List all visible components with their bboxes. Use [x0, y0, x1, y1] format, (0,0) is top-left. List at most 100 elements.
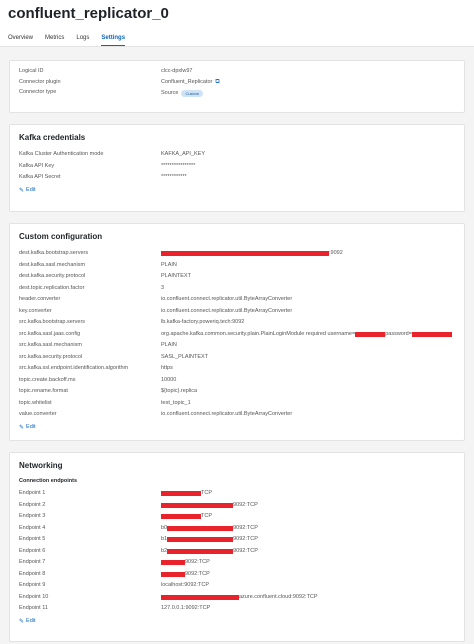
summary-value: Confluent_Replicator ⧉ — [161, 78, 220, 86]
tab-metrics[interactable]: Metrics — [45, 35, 64, 46]
config-key: src.kafka.ssl.endpoint.identification.al… — [19, 365, 129, 371]
credential-row: Kafka Cluster Authentication mode KAFKA_… — [19, 151, 455, 158]
tab-bar: Overview Metrics Logs Settings — [8, 35, 466, 46]
endpoint-row: Endpoint 4 b0 9092:TCP — [19, 524, 455, 532]
endpoint-value: 9092:TCP — [161, 559, 210, 566]
tab-logs[interactable]: Logs — [76, 35, 89, 46]
config-key: topic.whitelist — [19, 399, 52, 406]
config-key: src.kafka.sasl.mechanism — [19, 342, 82, 348]
redacted-block — [161, 571, 185, 577]
endpoint-key: Endpoint 10 — [19, 593, 49, 600]
config-value: lb.kafka-factory.poweriq.tech:9092 — [161, 319, 245, 325]
edit-label: Edit — [26, 187, 36, 193]
endpoint-value: 127.0.0.1:9092:TCP — [161, 605, 211, 611]
edit-label: Edit — [26, 618, 36, 624]
credential-value: **************** — [161, 162, 196, 169]
networking-card: Networking Connection endpoints Endpoint… — [9, 452, 465, 642]
redacted-block — [161, 491, 201, 497]
config-row: dest.kafka.bootstrap.servers :9092 — [19, 250, 455, 257]
endpoint-value-text: 9092:TCP — [233, 536, 258, 542]
edit-networking-link[interactable]: ✎ Edit — [19, 618, 455, 625]
edit-icon: ✎ — [19, 187, 25, 194]
credential-key: Kafka API Key — [19, 162, 55, 169]
endpoint-key: Endpoint 9 — [19, 582, 46, 588]
endpoint-row: Endpoint 10 azure.confluent.cloud:9092:T… — [19, 593, 455, 601]
config-value: PLAIN — [161, 342, 177, 348]
redacted-block — [161, 594, 239, 600]
config-key: src.kafka.security.protocol — [19, 353, 83, 360]
edit-icon: ✎ — [19, 618, 25, 625]
endpoint-value-text: 9092:TCP — [185, 570, 210, 577]
summary-row: Connector type Source Custom — [19, 89, 455, 97]
config-value-text: :9092 — [329, 250, 343, 256]
redacted-block — [161, 560, 185, 566]
endpoint-value-text: azure.confluent.cloud:9092:TCP — [239, 593, 318, 600]
copy-icon[interactable]: ⧉ — [215, 79, 219, 86]
edit-label: Edit — [26, 424, 36, 430]
credential-value: KAFKA_API_KEY — [161, 151, 206, 157]
edit-configuration-link[interactable]: ✎ Edit — [19, 424, 455, 431]
config-value: PLAINTEXT — [161, 273, 191, 279]
summary-value: Source Custom — [161, 90, 204, 97]
connector-summary-card: Logical ID clcc-dpxlw97 Connector plugin… — [9, 60, 465, 113]
page-header: confluent_replicator_0 Overview Metrics … — [0, 0, 474, 47]
endpoint-row: Endpoint 9 localhost:9092:TCP — [19, 582, 455, 589]
custom-configuration-card: Custom configuration dest.kafka.bootstra… — [9, 223, 465, 441]
page-title: confluent_replicator_0 — [8, 5, 169, 22]
custom-badge: Custom — [181, 90, 204, 97]
endpoint-value: b2 9092:TCP — [161, 548, 258, 555]
endpoint-key: Endpoint 7 — [19, 559, 46, 565]
summary-row: Connector plugin Confluent_Replicator ⧉ — [19, 78, 455, 86]
endpoint-row: Endpoint 2 9092:TCP — [19, 502, 455, 509]
endpoint-key: Endpoint 8 — [19, 570, 46, 577]
custom-configuration-title: Custom configuration — [19, 232, 103, 241]
connection-endpoints-title: Connection endpoints — [19, 478, 78, 484]
config-key: topic.rename.format — [19, 388, 68, 394]
endpoint-value: TCP — [161, 513, 212, 520]
credential-row: Kafka API Secret ************ — [19, 174, 455, 181]
summary-key: Logical ID — [19, 68, 44, 74]
redacted-block — [167, 537, 234, 543]
config-value: SASL_PLAINTEXT — [161, 353, 209, 360]
redacted-block — [411, 331, 452, 337]
endpoint-value-text: 9092:TCP — [185, 559, 210, 565]
tab-settings[interactable]: Settings — [101, 35, 126, 46]
edit-credentials-link[interactable]: ✎ Edit — [19, 187, 455, 194]
config-value: org.apache.kafka.common.security.plain.P… — [161, 331, 452, 338]
config-key: dest.kafka.bootstrap.servers — [19, 250, 89, 256]
endpoint-row: Endpoint 3 TCP — [19, 513, 455, 520]
endpoint-value-text: 9092:TCP — [233, 524, 258, 531]
config-key: value.converter — [19, 411, 57, 417]
summary-row: Logical ID clcc-dpxlw97 — [19, 68, 455, 75]
config-row: src.kafka.bootstrap.servers lb.kafka-fac… — [19, 319, 455, 326]
connector-plugin-name: Confluent_Replicator — [161, 78, 213, 85]
redacted-block — [161, 514, 201, 520]
config-row: header.converter io.confluent.connect.re… — [19, 296, 455, 303]
config-key: dest.kafka.security.protocol — [19, 273, 86, 279]
endpoint-key: Endpoint 4 — [19, 524, 46, 531]
edit-icon: ✎ — [19, 424, 25, 431]
endpoint-key: Endpoint 3 — [19, 513, 46, 519]
tab-overview[interactable]: Overview — [8, 35, 33, 46]
endpoint-key: Endpoint 11 — [19, 605, 48, 611]
endpoint-value: 9092:TCP — [161, 570, 210, 578]
summary-key: Connector plugin — [19, 78, 61, 85]
config-key: src.kafka.bootstrap.servers — [19, 319, 86, 325]
config-value: ${topic}.replica — [161, 388, 198, 394]
config-row: src.kafka.ssl.endpoint.identification.al… — [19, 365, 455, 372]
summary-value: clcc-dpxlw97 — [161, 68, 193, 74]
config-value: io.confluent.connect.replicator.util.Byt… — [161, 411, 293, 417]
redacted-block — [167, 548, 234, 554]
endpoint-value: TCP — [161, 490, 212, 497]
config-row: dest.kafka.sasl.mechanism PLAIN — [19, 262, 455, 269]
config-row: src.kafka.sasl.mechanism PLAIN — [19, 342, 455, 349]
config-row: topic.rename.format ${topic}.replica — [19, 388, 455, 395]
config-row: dest.kafka.security.protocol PLAINTEXT — [19, 273, 455, 280]
config-key: dest.topic.replication.factor — [19, 284, 85, 291]
endpoint-value: b0 9092:TCP — [161, 524, 258, 532]
credential-key: Kafka API Secret — [19, 174, 61, 180]
credential-row: Kafka API Key **************** — [19, 162, 455, 170]
config-value: test_topic_1 — [161, 399, 191, 406]
config-row: src.kafka.sasl.jaas.config org.apache.ka… — [19, 331, 455, 338]
config-row: value.converter io.confluent.connect.rep… — [19, 411, 455, 418]
